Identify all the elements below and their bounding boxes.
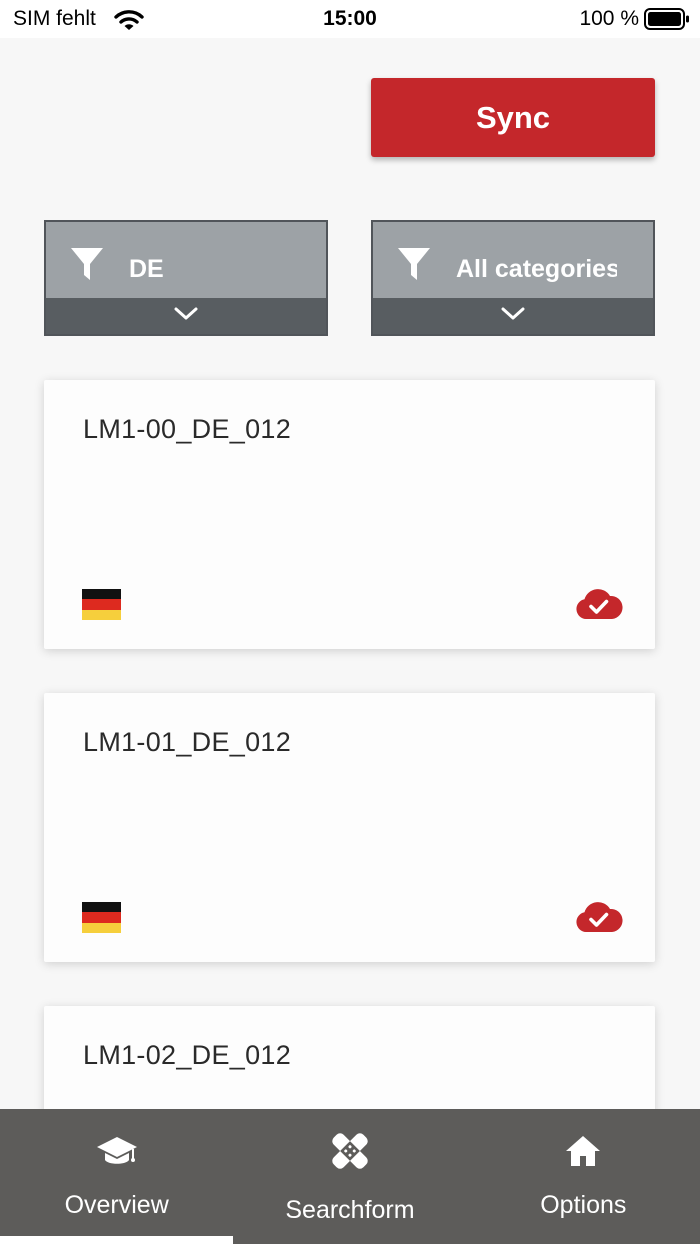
tab-overview-label: Overview <box>64 1191 169 1219</box>
category-filter-header[interactable]: All categories <box>373 222 653 300</box>
cloud-synced-icon <box>575 587 623 626</box>
battery-percent: 100 % <box>579 7 639 30</box>
tab-overview[interactable]: Overview <box>0 1109 234 1244</box>
category-filter-label: All categories <box>456 255 617 283</box>
country-filter-header[interactable]: DE <box>46 222 326 300</box>
graduation-cap-icon <box>96 1131 138 1171</box>
category-filter-expand[interactable] <box>373 298 653 334</box>
country-filter-expand[interactable] <box>46 298 326 334</box>
tab-searchform[interactable]: Searchform <box>233 1109 466 1244</box>
filter-icon <box>397 247 431 286</box>
card-title: LM1-01_DE_012 <box>83 727 292 757</box>
list-item[interactable]: LM1-00_DE_012 <box>44 380 655 649</box>
tab-options-label: Options <box>540 1191 627 1219</box>
home-icon <box>564 1131 602 1171</box>
list-item[interactable]: LM1-01_DE_012 <box>44 693 655 962</box>
battery-icon <box>644 8 690 35</box>
bottom-tab-bar: Overview Searchform Options <box>0 1109 700 1244</box>
card-title: LM1-00_DE_012 <box>83 414 292 444</box>
chevron-down-icon <box>500 306 526 327</box>
cloud-synced-icon <box>575 900 623 939</box>
germany-flag-icon <box>82 902 121 933</box>
bandage-icon <box>330 1131 370 1171</box>
card-title: LM1-02_DE_012 <box>83 1040 292 1070</box>
chevron-down-icon <box>173 306 199 327</box>
country-filter-label: DE <box>129 255 164 283</box>
tab-options[interactable]: Options <box>467 1109 700 1244</box>
sync-button[interactable]: Sync <box>371 78 655 157</box>
country-filter-dropdown[interactable]: DE <box>44 220 328 336</box>
active-tab-indicator <box>0 1236 234 1244</box>
category-filter-dropdown[interactable]: All categories <box>371 220 655 336</box>
germany-flag-icon <box>82 589 121 620</box>
status-bar: SIM fehlt 15:00 100 % <box>0 0 700 38</box>
filter-icon <box>70 247 104 286</box>
tab-searchform-label: Searchform <box>285 1196 415 1224</box>
